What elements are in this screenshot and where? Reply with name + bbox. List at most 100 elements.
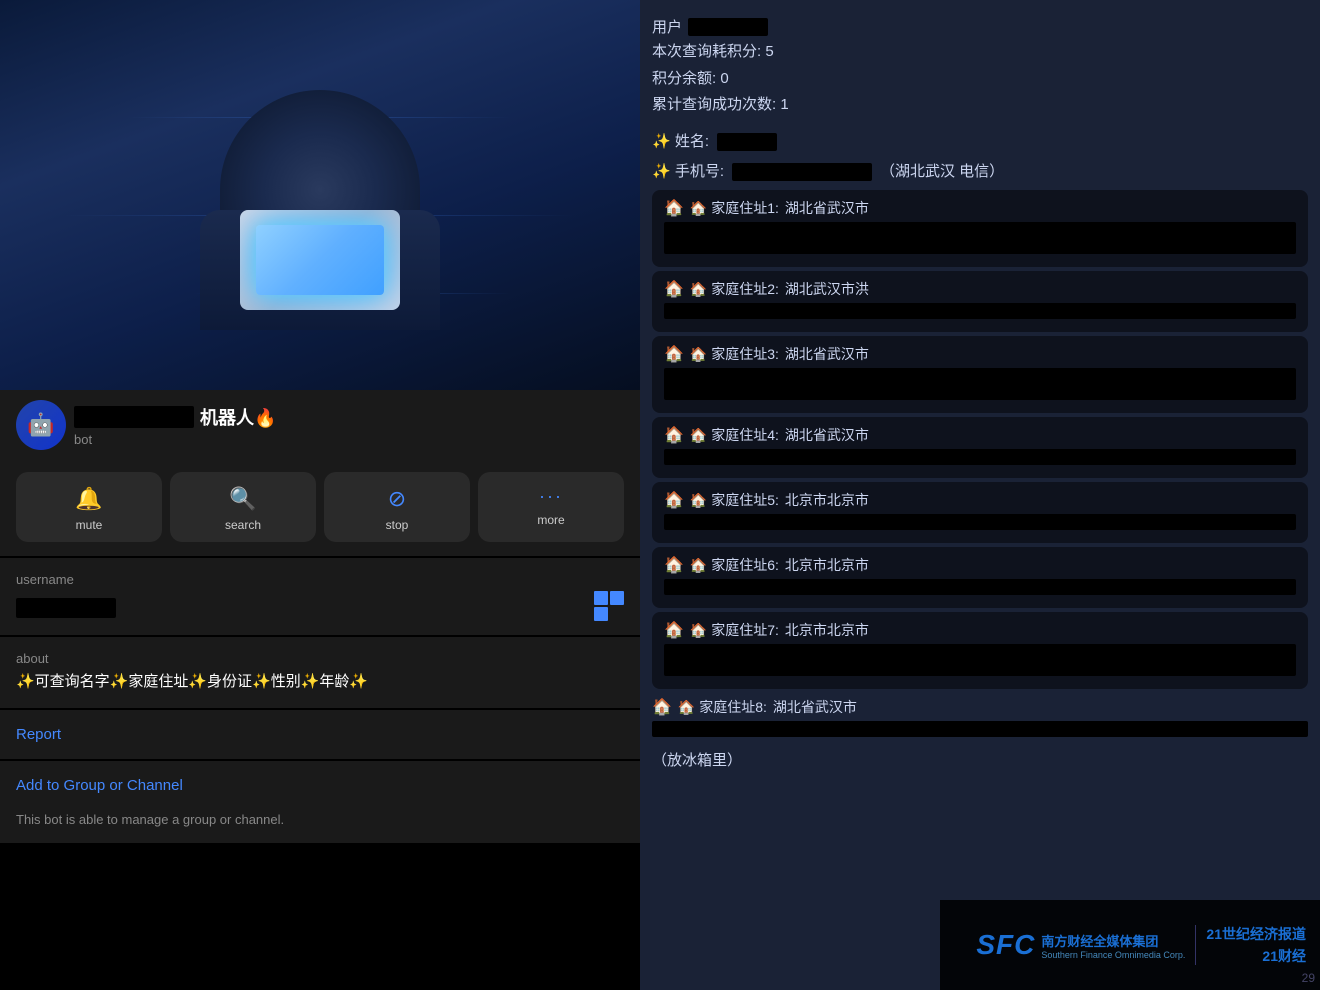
about-section: about ✨可查询名字✨家庭住址✨身份证✨性别✨年龄✨ — [0, 637, 640, 708]
search-icon: 🔍 — [229, 486, 256, 512]
hacker-figure — [210, 90, 430, 330]
search-label: search — [225, 518, 261, 532]
address-line-8: 🏠 🏠 家庭住址8: 湖北省武汉市 — [652, 697, 1308, 717]
address-line-6: 🏠 🏠 家庭住址6: 北京市北京市 — [664, 555, 1296, 575]
stop-icon: ⊘ — [388, 486, 406, 512]
address-label-8: 🏠 家庭住址8: — [678, 697, 767, 717]
house-icon-5: 🏠 — [664, 490, 684, 510]
house-icon-2: 🏠 — [664, 279, 684, 299]
address-item-6: 🏠 🏠 家庭住址6: 北京市北京市 — [652, 547, 1308, 608]
address-value-6: 北京市北京市 — [785, 555, 869, 575]
stop-button[interactable]: ⊘ stop — [324, 472, 470, 542]
house-icon-8: 🏠 — [652, 697, 672, 717]
address-line-2: 🏠 🏠 家庭住址2: 湖北武汉市洪 — [664, 279, 1296, 299]
media-names: 21世纪经济报道 21财经 — [1206, 924, 1306, 966]
house-icon-4: 🏠 — [664, 425, 684, 445]
more-button[interactable]: ··· more — [478, 472, 624, 542]
address-label-5: 🏠 家庭住址5: — [690, 490, 779, 510]
address-redact-8 — [652, 721, 1308, 737]
address-item-7: 🏠 🏠 家庭住址7: 北京市北京市 — [652, 612, 1308, 689]
address-item-8: 🏠 🏠 家庭住址8: 湖北省武汉市 — [652, 697, 1308, 742]
sfc-name-en: Southern Finance Omnimedia Corp. — [1041, 950, 1185, 960]
qr-cell-1 — [594, 591, 608, 605]
address-redact-4 — [664, 449, 1296, 465]
sfc-name-cn: 南方财经全媒体集团 — [1041, 931, 1158, 950]
qr-cell-3 — [594, 607, 608, 621]
address-value-1: 湖北省武汉市 — [785, 198, 869, 218]
username-redact — [16, 598, 116, 618]
user-label: 用户 — [652, 16, 682, 37]
bot-name-bar: 🤖 机器人🔥 bot — [0, 390, 640, 458]
name-redact — [717, 133, 777, 151]
bell-icon: 🔔 — [75, 486, 102, 512]
name-row: ✨ 姓名: — [652, 129, 1308, 156]
user-line: 用户 — [652, 16, 1308, 37]
address-value-4: 湖北省武汉市 — [785, 425, 869, 445]
search-button[interactable]: 🔍 search — [170, 472, 316, 542]
media-row1: 21世纪经济报道 — [1206, 924, 1306, 944]
total-queries: 累计查询成功次数: 1 — [652, 92, 1308, 118]
score-remaining: 积分余额: 0 — [652, 66, 1308, 92]
right-panel: 用户 本次查询耗积分: 5 积分余额: 0 累计查询成功次数: 1 ✨ 姓名: … — [640, 0, 1320, 990]
page-num: 29 — [1302, 971, 1315, 985]
address-line-3: 🏠 🏠 家庭住址3: 湖北省武汉市 — [664, 344, 1296, 364]
house-icon-1: 🏠 — [664, 198, 684, 218]
house-icon-3: 🏠 — [664, 344, 684, 364]
address-line-4: 🏠 🏠 家庭住址4: 湖北省武汉市 — [664, 425, 1296, 445]
phone-label: ✨ 手机号: — [652, 159, 724, 185]
sfc-logo: SFC 南方财经全媒体集团 Southern Finance Omnimedia… — [976, 929, 1185, 961]
bot-name-redact — [74, 406, 194, 428]
address-line-1: 🏠 🏠 家庭住址1: 湖北省武汉市 — [664, 198, 1296, 218]
name-label: ✨ 姓名: — [652, 129, 709, 155]
address-label-2: 🏠 家庭住址2: — [690, 279, 779, 299]
address-redact-5 — [664, 514, 1296, 530]
address-line-7: 🏠 🏠 家庭住址7: 北京市北京市 — [664, 620, 1296, 640]
qr-cell-4 — [610, 607, 624, 621]
about-label: about — [16, 651, 624, 666]
bot-note: This bot is able to manage a group or ch… — [0, 804, 640, 843]
divider — [1195, 925, 1196, 965]
laptop — [240, 210, 400, 310]
address-item-4: 🏠 🏠 家庭住址4: 湖北省武汉市 — [652, 417, 1308, 478]
phone-location: （湖北武汉 电信） — [880, 159, 1004, 185]
watermark: SFC 南方财经全媒体集团 Southern Finance Omnimedia… — [940, 900, 1320, 990]
address-value-8: 湖北省武汉市 — [773, 697, 857, 717]
address-label-3: 🏠 家庭住址3: — [690, 344, 779, 364]
user-redact — [688, 18, 768, 36]
about-text: ✨可查询名字✨家庭住址✨身份证✨性别✨年龄✨ — [16, 670, 624, 694]
mute-label: mute — [76, 518, 103, 532]
mute-button[interactable]: 🔔 mute — [16, 472, 162, 542]
address-redact-3 — [664, 368, 1296, 400]
address-item-1: 🏠 🏠 家庭住址1: 湖北省武汉市 — [652, 190, 1308, 267]
username-row — [16, 591, 624, 621]
house-icon-7: 🏠 — [664, 620, 684, 640]
bot-robot-text: 机器人🔥 — [200, 404, 276, 430]
address-redact-6 — [664, 579, 1296, 595]
left-panel: 🤖 机器人🔥 bot 🔔 mute 🔍 search ⊘ stop ··· mo… — [0, 0, 640, 990]
hero-image — [0, 0, 640, 390]
address-label-4: 🏠 家庭住址4: — [690, 425, 779, 445]
qr-icon[interactable] — [594, 591, 624, 621]
sfc-brand-text: SFC — [976, 929, 1035, 961]
bot-title-row: 机器人🔥 — [74, 404, 624, 430]
username-label: username — [16, 572, 624, 587]
address-label-6: 🏠 家庭住址6: — [690, 555, 779, 575]
address-redact-7 — [664, 644, 1296, 676]
add-group-link[interactable]: Add to Group or Channel — [0, 761, 640, 804]
more-icon: ··· — [539, 486, 563, 507]
address8-row: 🏠 🏠 家庭住址8: 湖北省武汉市 — [652, 697, 1308, 742]
sfc-text-block: 南方财经全媒体集团 Southern Finance Omnimedia Cor… — [1041, 931, 1185, 960]
address-item-5: 🏠 🏠 家庭住址5: 北京市北京市 — [652, 482, 1308, 543]
address-line-5: 🏠 🏠 家庭住址5: 北京市北京市 — [664, 490, 1296, 510]
bot-name-info: 机器人🔥 bot — [74, 404, 624, 447]
report-link[interactable]: Report — [0, 710, 640, 759]
address-value-5: 北京市北京市 — [785, 490, 869, 510]
avatar: 🤖 — [16, 400, 66, 450]
media-row2: 21财经 — [1262, 946, 1306, 966]
address-value-3: 湖北省武汉市 — [785, 344, 869, 364]
bottom-text: （放冰箱里） — [652, 748, 1308, 869]
address-value-7: 北京市北京市 — [785, 620, 869, 640]
qr-cell-2 — [610, 591, 624, 605]
username-section: username — [0, 558, 640, 635]
address-label-7: 🏠 家庭住址7: — [690, 620, 779, 640]
